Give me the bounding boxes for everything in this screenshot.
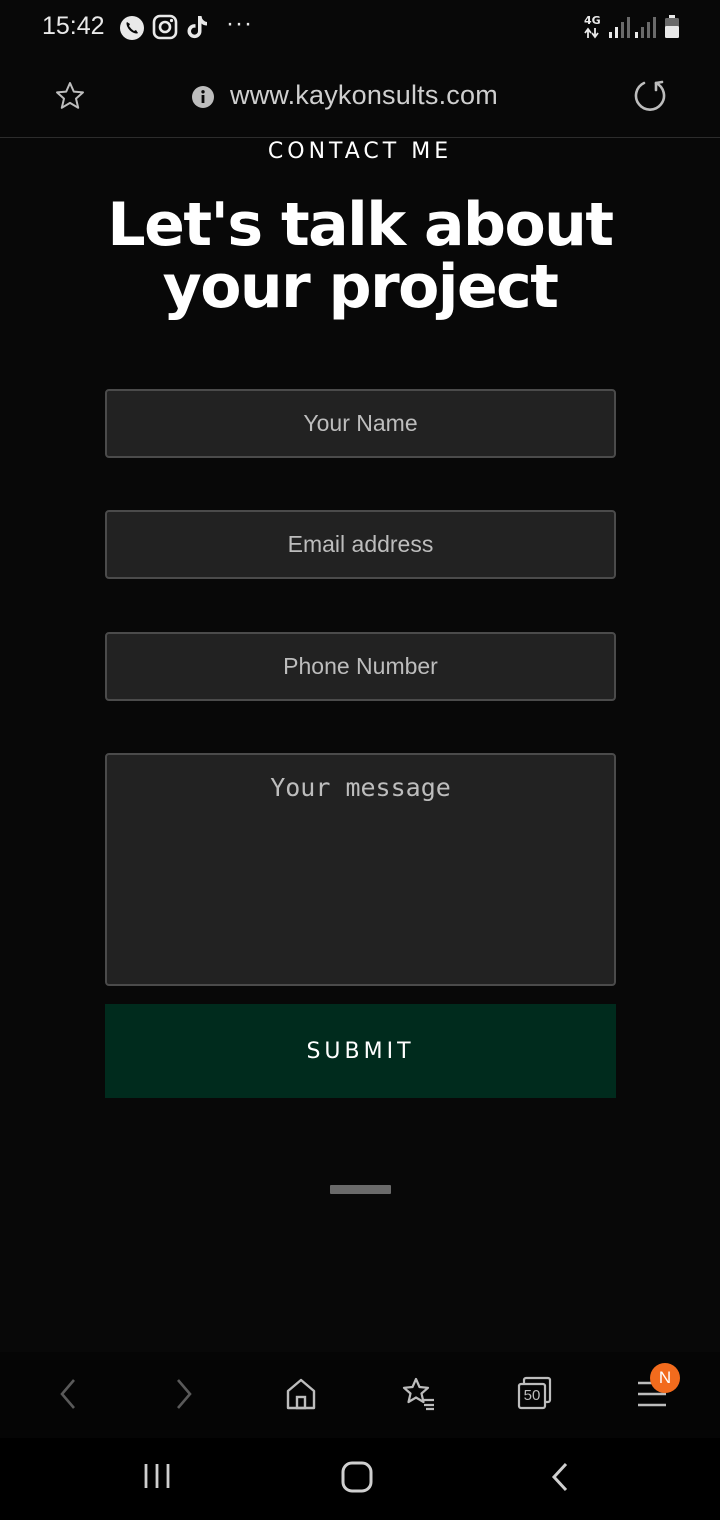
- more-notifications-icon: ···: [226, 10, 253, 37]
- status-indicators: 4G: [584, 14, 684, 42]
- recent-apps-icon[interactable]: [142, 1460, 172, 1497]
- data-arrows-icon: [584, 26, 600, 44]
- instagram-icon: [152, 14, 178, 45]
- back-icon[interactable]: [546, 1460, 574, 1499]
- email-field[interactable]: [105, 510, 616, 579]
- info-icon[interactable]: [192, 86, 214, 113]
- signal-icon: [634, 16, 656, 45]
- phone-icon: [118, 14, 146, 47]
- name-field[interactable]: [105, 389, 616, 458]
- home-button-icon[interactable]: [340, 1460, 374, 1499]
- page-title: Let's talk about your project: [107, 190, 614, 322]
- bookmarks-icon[interactable]: [400, 1376, 438, 1417]
- reload-icon[interactable]: [632, 78, 668, 119]
- status-time: 15:42: [42, 12, 105, 40]
- back-icon[interactable]: [54, 1376, 82, 1417]
- message-field[interactable]: [105, 753, 616, 986]
- scroll-handle[interactable]: [330, 1185, 391, 1194]
- battery-icon: [664, 14, 680, 45]
- status-bar: 15:42 ··· 4G: [0, 0, 720, 56]
- system-nav-bar: [0, 1438, 720, 1520]
- browser-toolbar: 50: [0, 1352, 720, 1438]
- signal-icon: [608, 16, 630, 45]
- tabs-icon[interactable]: 50: [516, 1376, 554, 1417]
- submit-button[interactable]: SUBMIT: [105, 1004, 616, 1098]
- phone-field[interactable]: [105, 632, 616, 701]
- tiktok-icon: [186, 14, 210, 45]
- url-text[interactable]: www.kaykonsults.com: [230, 80, 498, 111]
- star-icon[interactable]: [54, 80, 86, 117]
- tabs-count: 50: [523, 1387, 541, 1404]
- home-icon[interactable]: [284, 1376, 318, 1417]
- browser-address-bar: www.kaykonsults.com: [0, 56, 720, 138]
- menu-badge: N: [650, 1363, 680, 1393]
- forward-icon[interactable]: [170, 1376, 198, 1417]
- section-kicker: CONTACT ME: [267, 139, 453, 164]
